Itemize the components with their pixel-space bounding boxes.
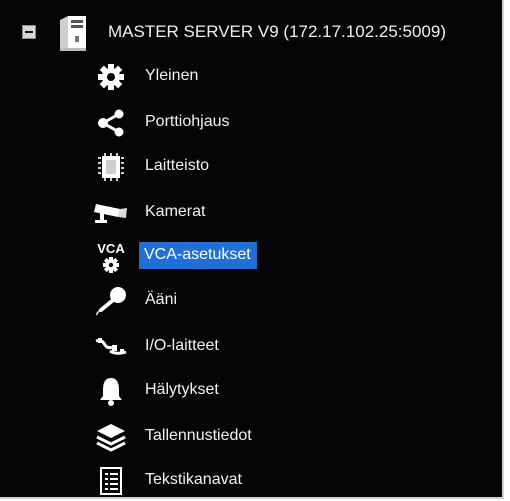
tree-item-aani[interactable]: Ääni bbox=[0, 281, 504, 321]
tree-item-label: I/O-laitteet bbox=[145, 337, 219, 354]
tree-item-vca-asetukset[interactable]: VCA VCA-asetukset bbox=[0, 237, 504, 277]
tree-item-label: Porttiohjaus bbox=[145, 113, 230, 130]
server-icon bbox=[56, 14, 90, 52]
tree-item-halytykset[interactable]: Hälytykset bbox=[0, 371, 504, 411]
tree-item-label: VCA-asetukset bbox=[139, 242, 257, 269]
tree-item-tallennustiedot[interactable]: Tallennustiedot bbox=[0, 417, 504, 457]
tree-item-io-laitteet[interactable]: I/O-laitteet bbox=[0, 327, 504, 367]
tree-root-server[interactable]: MASTER SERVER V9 (172.17.102.25:5009) bbox=[0, 12, 504, 52]
gear-icon bbox=[94, 61, 128, 93]
chip-icon bbox=[94, 151, 128, 183]
vca-icon: VCA bbox=[94, 241, 128, 273]
tree-item-laitteisto[interactable]: Laitteisto bbox=[0, 147, 504, 187]
tree-item-label: Tekstikanavat bbox=[145, 471, 242, 488]
tree-item-label: Kamerat bbox=[145, 203, 206, 220]
tree-item-porttiohjaus[interactable]: Porttiohjaus bbox=[0, 103, 504, 143]
layers-icon bbox=[94, 421, 128, 453]
tree-item-label: Laitteisto bbox=[145, 157, 210, 174]
vca-icon-text: VCA bbox=[97, 241, 125, 256]
tree-root-label: MASTER SERVER V9 (172.17.102.25:5009) bbox=[108, 22, 446, 41]
share-icon bbox=[94, 107, 128, 139]
text-channel-icon bbox=[94, 465, 128, 497]
io-icon bbox=[94, 331, 128, 363]
tree-item-label: Hälytykset bbox=[145, 381, 219, 398]
collapse-toggle[interactable] bbox=[22, 25, 36, 39]
settings-tree-panel: MASTER SERVER V9 (172.17.102.25:5009) Yl… bbox=[0, 0, 504, 499]
tree-item-label: Yleinen bbox=[145, 67, 199, 84]
camera-icon bbox=[94, 197, 128, 229]
tree-item-label: Ääni bbox=[145, 291, 178, 308]
microphone-icon bbox=[94, 285, 128, 317]
tree-item-label: Tallennustiedot bbox=[145, 427, 252, 444]
tree-item-tekstikanavat[interactable]: Tekstikanavat bbox=[0, 461, 504, 501]
tree-item-kamerat[interactable]: Kamerat bbox=[0, 193, 504, 233]
tree-item-yleinen[interactable]: Yleinen bbox=[0, 57, 504, 97]
bell-icon bbox=[94, 375, 128, 407]
